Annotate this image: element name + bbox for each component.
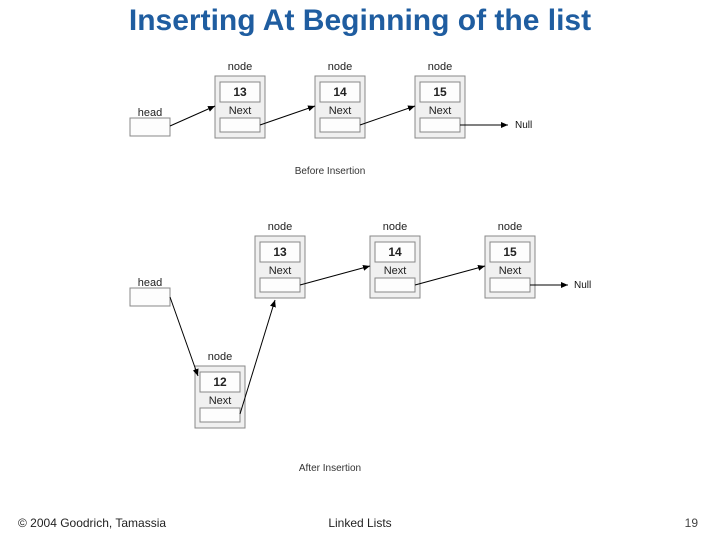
svg-text:15: 15 xyxy=(503,245,517,259)
svg-text:node: node xyxy=(208,351,232,363)
svg-text:Next: Next xyxy=(229,105,252,117)
svg-text:Next: Next xyxy=(269,265,292,277)
null-label: Null xyxy=(515,120,532,131)
svg-text:15: 15 xyxy=(433,85,447,99)
before-node-0: node 13 Next xyxy=(215,61,265,138)
head-label-after: head xyxy=(138,277,162,289)
diagram-svg: head node 13 Next node 14 Next node 15 N… xyxy=(120,56,600,486)
after-caption: After Insertion xyxy=(299,463,361,474)
after-node-2: node 15 Next xyxy=(485,221,535,298)
head-label: head xyxy=(138,107,162,119)
before-caption: Before Insertion xyxy=(295,166,366,177)
after-node-0: node 13 Next xyxy=(255,221,305,298)
before-node-1: node 14 Next xyxy=(315,61,365,138)
svg-text:13: 13 xyxy=(233,85,247,99)
svg-text:Next: Next xyxy=(329,105,352,117)
before-node-2: node 15 Next xyxy=(415,61,465,138)
linked-list-diagram: head node 13 Next node 14 Next node 15 N… xyxy=(120,56,600,486)
svg-text:node: node xyxy=(328,61,352,73)
svg-text:node: node xyxy=(428,61,452,73)
footer-page: 19 xyxy=(685,516,698,530)
footer-title: Linked Lists xyxy=(0,516,720,530)
svg-text:Next: Next xyxy=(429,105,452,117)
svg-text:node: node xyxy=(268,221,292,233)
svg-text:Next: Next xyxy=(384,265,407,277)
after-new-node: node 12 Next xyxy=(195,351,245,428)
page-title: Inserting At Beginning of the list xyxy=(0,4,720,38)
svg-text:node: node xyxy=(383,221,407,233)
svg-text:node: node xyxy=(498,221,522,233)
svg-text:12: 12 xyxy=(213,375,227,389)
svg-text:Next: Next xyxy=(209,395,232,407)
svg-text:14: 14 xyxy=(388,245,402,259)
after-node-1: node 14 Next xyxy=(370,221,420,298)
svg-text:14: 14 xyxy=(333,85,347,99)
svg-text:Next: Next xyxy=(499,265,522,277)
svg-text:node: node xyxy=(228,61,252,73)
svg-text:13: 13 xyxy=(273,245,287,259)
null-label-after: Null xyxy=(574,280,591,291)
